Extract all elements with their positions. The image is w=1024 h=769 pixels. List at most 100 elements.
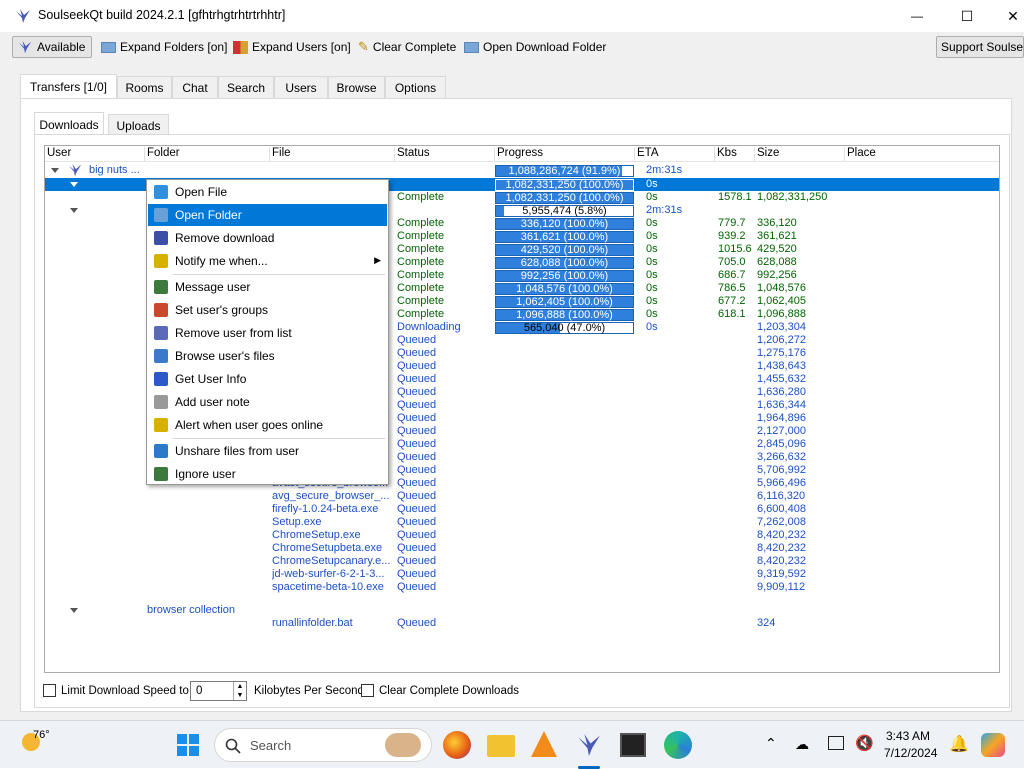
clear-complete-checkbox[interactable]: [361, 684, 374, 697]
tab-chat[interactable]: Chat: [172, 76, 218, 98]
file-name: Setup.exe: [272, 516, 322, 528]
column-file[interactable]: File: [270, 147, 395, 161]
progress-text: 1,048,576 (100.0%): [516, 283, 613, 295]
soulseek-bird-icon: [18, 40, 32, 54]
tab-options[interactable]: Options: [385, 76, 446, 98]
menu-item-set-user-s-groups[interactable]: Set user's groups: [148, 299, 387, 321]
collapse-arrow-icon[interactable]: [70, 182, 78, 187]
soulseek-taskbar-icon[interactable]: [575, 731, 603, 759]
table-row[interactable]: avg_secure_browser_... Queued 6,116,320: [45, 490, 999, 503]
file-explorer-icon[interactable]: [487, 735, 515, 757]
column-progress[interactable]: Progress: [495, 147, 635, 161]
clock-date[interactable]: 7/12/2024: [884, 746, 937, 760]
column-eta[interactable]: ETA: [635, 147, 715, 161]
menu-item-ignore-user[interactable]: Ignore user: [148, 463, 387, 485]
progress-bar: 992,256 (100.0%): [495, 270, 634, 282]
play-icon: [154, 185, 168, 199]
firefox-icon[interactable]: [443, 731, 471, 759]
users-icon: [233, 40, 248, 54]
clear-complete-button[interactable]: ✎ Clear Complete: [354, 36, 460, 58]
available-button[interactable]: Available: [12, 36, 92, 58]
collapse-arrow-icon[interactable]: [51, 168, 59, 173]
column-folder[interactable]: Folder: [145, 147, 270, 161]
chevron-up-icon[interactable]: ⌃: [765, 735, 777, 752]
menu-item-add-user-note[interactable]: Add user note: [148, 391, 387, 413]
column-status[interactable]: Status: [395, 147, 495, 161]
table-row[interactable]: ChromeSetup.exe Queued 8,420,232: [45, 529, 999, 542]
info-icon: [154, 372, 168, 386]
menu-item-remove-user-from-list[interactable]: Remove user from list: [148, 322, 387, 344]
open-download-folder-button[interactable]: Open Download Folder: [460, 36, 610, 58]
copilot-icon[interactable]: [981, 733, 1005, 757]
table-row[interactable]: ChromeSetupbeta.exe Queued 8,420,232: [45, 542, 999, 555]
menu-item-open-folder[interactable]: Open Folder: [148, 204, 387, 226]
taskbar-search[interactable]: Search: [214, 728, 432, 762]
file-name: ChromeSetupbeta.exe: [272, 542, 383, 554]
spin-down-icon[interactable]: ▼: [233, 691, 246, 700]
search-placeholder: Search: [250, 738, 292, 753]
folder-row[interactable]: browser collection: [45, 604, 999, 617]
speed-value: 0: [196, 685, 203, 697]
limit-speed-checkbox[interactable]: [43, 684, 56, 697]
close-button[interactable]: ✕: [990, 0, 1024, 32]
minimize-button[interactable]: —: [894, 0, 940, 32]
collapse-arrow-icon[interactable]: [70, 608, 78, 613]
menu-separator: [173, 274, 385, 275]
broom-icon: ✎: [358, 39, 369, 54]
status-value: Queued: [397, 451, 437, 463]
tab-browse[interactable]: Browse: [328, 76, 385, 98]
user-name: big nuts ...: [89, 164, 140, 176]
notification-bell-icon[interactable]: 🔔: [949, 734, 969, 754]
status-value: Complete: [397, 295, 445, 307]
tab-rooms[interactable]: Rooms: [117, 76, 172, 98]
menu-item-browse-user-s-files[interactable]: Browse user's files: [148, 345, 387, 367]
size-value: 429,520: [757, 243, 797, 255]
file-name: jd-web-surfer-6-2-1-3...: [272, 568, 385, 580]
menu-item-open-file[interactable]: Open File: [148, 181, 387, 203]
menu-item-message-user[interactable]: Message user: [148, 276, 387, 298]
table-row[interactable]: ChromeSetupcanary.e... Queued 8,420,232: [45, 555, 999, 568]
edge-icon[interactable]: [664, 731, 692, 759]
column-kbs[interactable]: Kbs: [715, 147, 755, 161]
user-row[interactable]: big nuts ... 1,088,286,724 (91.9%) 2m:31…: [45, 163, 999, 177]
progress-text: 1,082,331,250 (100.0%): [505, 192, 624, 204]
network-icon[interactable]: [828, 736, 844, 750]
maximize-button[interactable]: ☐: [944, 0, 990, 32]
tab-downloads[interactable]: Downloads: [34, 112, 104, 136]
tab-transfers[interactable]: Transfers [1/0]: [20, 74, 117, 98]
collapse-arrow-icon[interactable]: [70, 208, 78, 213]
menu-item-unshare-files-from-user[interactable]: Unshare files from user: [148, 440, 387, 462]
column-size[interactable]: Size: [755, 147, 845, 161]
speed-spinbox[interactable]: 0 ▲ ▼: [190, 681, 247, 701]
support-soulseek-button[interactable]: Support Soulseek: [936, 36, 1024, 58]
tab-users[interactable]: Users: [274, 76, 328, 98]
table-row[interactable]: jd-web-surfer-6-2-1-3... Queued 9,319,592: [45, 568, 999, 581]
table-row[interactable]: spacetime-beta-10.exe Queued 9,909,112: [45, 581, 999, 594]
expand-users-button[interactable]: Expand Users [on]: [229, 36, 355, 58]
cloud-offline-icon[interactable]: ☁: [795, 736, 809, 753]
progress-bar: 1,082,331,250 (100.0%): [495, 192, 634, 204]
menu-item-alert-when-user-goes-online[interactable]: Alert when user goes online: [148, 414, 387, 436]
kbs-value: 677.2: [718, 295, 746, 307]
clock-time[interactable]: 3:43 AM: [886, 729, 930, 743]
table-row[interactable]: Setup.exe Queued 7,262,008: [45, 516, 999, 529]
tab-search[interactable]: Search: [218, 76, 274, 98]
column-user[interactable]: User: [45, 147, 145, 161]
menu-item-get-user-info[interactable]: Get User Info: [148, 368, 387, 390]
table-row[interactable]: runallinfolder.bat Queued 324: [45, 617, 999, 630]
status-value: Queued: [397, 477, 437, 489]
size-value: 6,116,320: [757, 490, 806, 502]
column-place[interactable]: Place: [845, 147, 999, 161]
table-row[interactable]: firefly-1.0.24-beta.exe Queued 6,600,408: [45, 503, 999, 516]
status-value: Queued: [397, 529, 437, 541]
spin-up-icon[interactable]: ▲: [233, 682, 246, 691]
media-app-icon[interactable]: [620, 733, 646, 757]
menu-item-remove-download[interactable]: Remove download: [148, 227, 387, 249]
menu-item-notify-me-when[interactable]: Notify me when... ▶: [148, 250, 387, 272]
expand-folders-button[interactable]: Expand Folders [on]: [97, 36, 231, 58]
tab-uploads[interactable]: Uploads: [108, 114, 169, 136]
start-button[interactable]: [176, 733, 200, 757]
speaker-mute-icon[interactable]: 🔇: [855, 734, 874, 752]
soulseek-bird-icon: [68, 163, 82, 177]
vlc-icon[interactable]: [531, 731, 557, 757]
